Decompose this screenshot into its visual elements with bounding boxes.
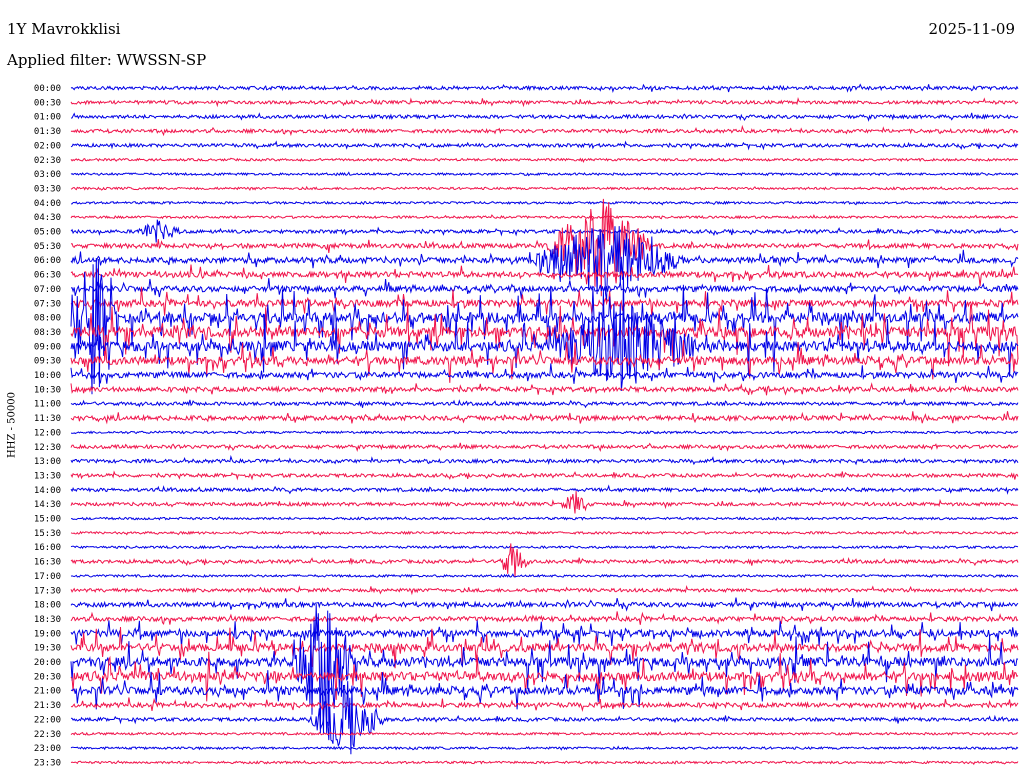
row-label: 07:30 bbox=[34, 299, 61, 309]
row-label: 22:30 bbox=[34, 730, 61, 740]
row-labels: 00:00 00:30 01:00 01:30 02:00 02:30 03:00 03:30… bbox=[34, 84, 61, 768]
row-label: 11:00 bbox=[34, 400, 61, 410]
row-label: 18:00 bbox=[34, 601, 61, 611]
row-label: 15:00 bbox=[34, 515, 61, 525]
row-label: 12:30 bbox=[34, 443, 61, 453]
helicorder-plot: 00:00 00:30 01:00 01:30 02:00 02:30 03:00 03:30… bbox=[34, 83, 1019, 768]
row-label: 02:00 bbox=[34, 141, 61, 151]
row-label: 01:00 bbox=[34, 113, 61, 123]
trace-row bbox=[70, 491, 1019, 514]
row-label: 21:00 bbox=[34, 687, 61, 697]
row-label: 05:30 bbox=[34, 242, 61, 252]
row-label: 20:30 bbox=[34, 672, 61, 682]
trace-row bbox=[70, 382, 1019, 396]
trace-row bbox=[70, 398, 1019, 409]
trace-row bbox=[70, 264, 1019, 287]
trace-row bbox=[70, 140, 1019, 151]
row-label: 19:00 bbox=[34, 629, 61, 639]
row-label: 05:00 bbox=[34, 228, 61, 238]
row-label: 16:00 bbox=[34, 543, 61, 553]
trace-row bbox=[71, 516, 1019, 521]
row-label: 15:30 bbox=[34, 529, 61, 539]
row-label: 03:00 bbox=[34, 170, 61, 180]
row-label: 08:00 bbox=[34, 314, 61, 324]
trace-row bbox=[71, 200, 1019, 206]
trace-row bbox=[70, 185, 1019, 192]
row-label: 06:00 bbox=[34, 256, 61, 266]
trace-row bbox=[70, 198, 1019, 297]
trace-row bbox=[70, 83, 1019, 93]
trace-row bbox=[70, 573, 1019, 579]
trace-row bbox=[70, 278, 1019, 299]
row-label: 13:00 bbox=[34, 457, 61, 467]
row-label: 11:30 bbox=[34, 414, 61, 424]
row-label: 10:30 bbox=[34, 385, 61, 395]
row-label: 16:30 bbox=[34, 558, 61, 568]
trace-row bbox=[70, 544, 1019, 550]
row-label: 09:30 bbox=[34, 357, 61, 367]
trace-row bbox=[70, 442, 1019, 453]
row-label: 18:30 bbox=[34, 615, 61, 625]
trace-row bbox=[70, 745, 1019, 751]
row-label: 23:30 bbox=[34, 758, 61, 768]
row-label: 04:30 bbox=[34, 213, 61, 223]
row-label: 13:30 bbox=[34, 471, 61, 481]
row-label: 00:30 bbox=[34, 98, 61, 108]
trace-row bbox=[70, 171, 1019, 177]
row-label: 10:00 bbox=[34, 371, 61, 381]
row-label: 08:30 bbox=[34, 328, 61, 338]
trace-row bbox=[70, 597, 1019, 612]
trace-row bbox=[70, 430, 1018, 435]
row-label: 06:30 bbox=[34, 271, 61, 281]
row-label: 02:30 bbox=[34, 156, 61, 166]
trace-row bbox=[70, 219, 1019, 243]
row-label: 07:00 bbox=[34, 285, 61, 295]
row-label: 14:00 bbox=[34, 486, 61, 496]
row-label: 20:00 bbox=[34, 658, 61, 668]
row-label: 12:00 bbox=[34, 428, 61, 438]
trace-row bbox=[70, 697, 1019, 712]
row-label: 14:30 bbox=[34, 500, 61, 510]
trace-row bbox=[70, 124, 1019, 137]
row-label: 00:00 bbox=[34, 84, 61, 94]
trace-row bbox=[70, 484, 1019, 495]
row-label: 23:00 bbox=[34, 744, 61, 754]
row-label: 19:30 bbox=[34, 644, 61, 654]
trace-row bbox=[70, 112, 1019, 122]
trace-row bbox=[70, 584, 1019, 596]
trace-row bbox=[70, 470, 1019, 481]
row-label: 22:00 bbox=[34, 715, 61, 725]
row-label: 17:30 bbox=[34, 586, 61, 596]
trace-row bbox=[70, 620, 1019, 648]
trace-row bbox=[70, 529, 1019, 536]
trace-row bbox=[70, 760, 1019, 766]
trace-row bbox=[70, 214, 1019, 220]
row-label: 17:00 bbox=[34, 572, 61, 582]
trace-row bbox=[70, 611, 1019, 625]
trace-row bbox=[70, 730, 1019, 737]
row-label: 01:30 bbox=[34, 127, 61, 137]
trace-row bbox=[70, 97, 1019, 108]
row-label: 03:30 bbox=[34, 184, 61, 194]
row-label: 21:30 bbox=[34, 701, 61, 711]
trace-row bbox=[70, 603, 1019, 734]
row-label: 09:00 bbox=[34, 342, 61, 352]
trace-row bbox=[70, 454, 1019, 466]
trace-group bbox=[70, 83, 1019, 766]
trace-row bbox=[70, 157, 1018, 163]
trace-row bbox=[70, 411, 1019, 425]
row-label: 04:00 bbox=[34, 199, 61, 209]
